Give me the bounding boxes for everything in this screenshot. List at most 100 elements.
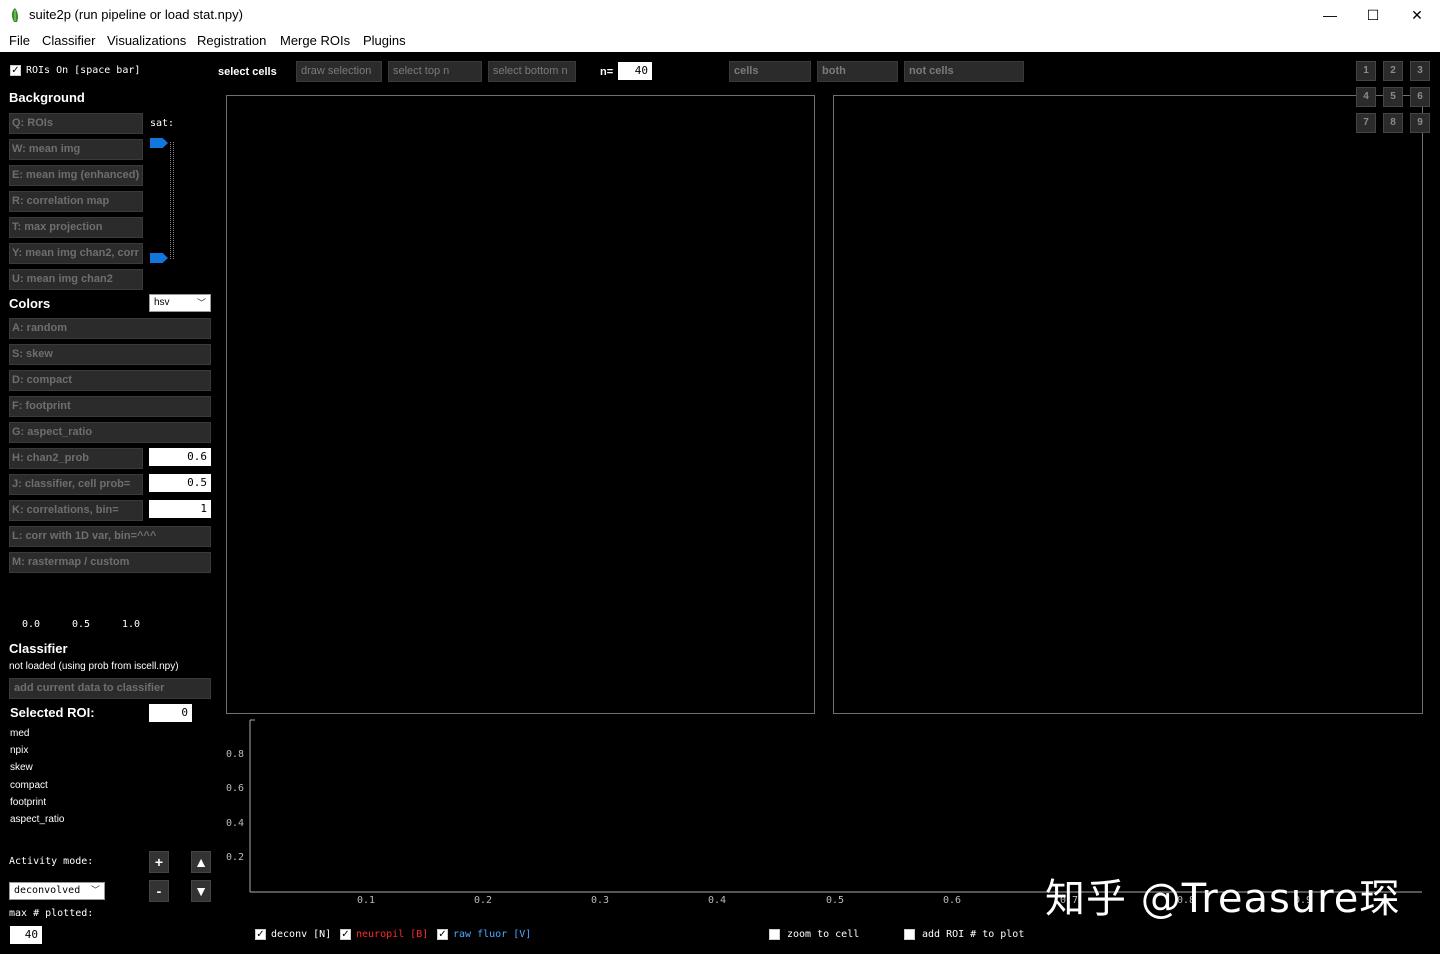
bg-correlation-map-button[interactable]: R: correlation map xyxy=(9,191,143,212)
view-button-8[interactable]: 8 xyxy=(1383,113,1403,133)
roi-stat-med: med xyxy=(10,728,30,739)
x-tick-0.3: 0.3 xyxy=(591,895,610,906)
saturation-slider-bottom-handle[interactable] xyxy=(150,253,168,263)
view-button-3[interactable]: 3 xyxy=(1410,61,1430,81)
watermark-text: 知乎 @Treasure琛 xyxy=(1045,876,1401,922)
colorbar-tick-2: 1.0 xyxy=(122,619,141,630)
rois-on-label: ROIs On [space bar] xyxy=(26,65,141,76)
menu-registration[interactable]: Registration xyxy=(197,33,266,48)
color-classifier-button[interactable]: J: classifier, cell prob= xyxy=(9,474,143,495)
menu-visualizations[interactable]: Visualizations xyxy=(107,33,186,48)
roi-stat-npix: npix xyxy=(10,745,29,756)
bg-mean-img-chan2-button[interactable]: U: mean img chan2 xyxy=(9,269,143,290)
color-footprint-button[interactable]: F: footprint xyxy=(9,396,211,417)
color-compact-button[interactable]: D: compact xyxy=(9,370,211,391)
roi-stat-compact: compact xyxy=(10,780,48,791)
color-correlations-button[interactable]: K: correlations, bin= xyxy=(9,500,143,521)
view-button-1[interactable]: 1 xyxy=(1356,61,1376,81)
select-bottom-n-button[interactable]: select bottom n xyxy=(488,61,576,82)
title-bar: suite2p (run pipeline or load stat.npy) … xyxy=(0,0,1440,30)
x-tick-0.1: 0.1 xyxy=(357,895,376,906)
select-cells-label: select cells xyxy=(218,66,277,78)
x-tick-0.2: 0.2 xyxy=(474,895,493,906)
bg-mean-img-button[interactable]: W: mean img xyxy=(9,139,143,160)
view-button-6[interactable]: 6 xyxy=(1410,87,1430,107)
menu-plugins[interactable]: Plugins xyxy=(363,33,406,48)
max-plotted-label: max # plotted: xyxy=(9,908,94,919)
view-button-5[interactable]: 5 xyxy=(1383,87,1403,107)
select-top-n-button[interactable]: select top n xyxy=(388,61,482,82)
colorbar-tick-1: 0.5 xyxy=(72,619,91,630)
deconv-label: deconv [N] xyxy=(271,929,332,940)
max-plotted-input[interactable]: 40 xyxy=(10,926,42,944)
x-tick-0.5: 0.5 xyxy=(826,895,845,906)
bg-rois-button[interactable]: Q: ROIs xyxy=(9,113,143,134)
minus-button[interactable]: - xyxy=(149,880,169,902)
y-tick-0.4: 0.4 xyxy=(226,818,245,829)
x-tick-0.6: 0.6 xyxy=(943,895,962,906)
close-button[interactable]: ✕ xyxy=(1394,0,1440,30)
colormap-select[interactable]: hsv ﹀ xyxy=(149,294,211,312)
deconv-checkbox[interactable]: ✓ xyxy=(255,929,266,940)
color-chan2-prob-button[interactable]: H: chan2_prob xyxy=(9,448,143,469)
add-roi-number-label: add ROI # to plot xyxy=(922,929,1025,940)
color-aspect-ratio-button[interactable]: G: aspect_ratio xyxy=(9,422,211,443)
y-tick-0.2: 0.2 xyxy=(226,852,245,863)
minimize-button[interactable]: — xyxy=(1307,0,1353,30)
roi-stat-skew: skew xyxy=(10,762,33,773)
activity-mode-label: Activity mode: xyxy=(9,856,94,867)
chan2-prob-input[interactable]: 0.6 xyxy=(149,448,211,466)
both-button[interactable]: both xyxy=(817,61,898,82)
neuropil-checkbox[interactable]: ✓ xyxy=(340,929,351,940)
add-to-classifier-button[interactable]: add current data to classifier xyxy=(9,678,211,699)
correlation-bin-input[interactable]: 1 xyxy=(149,500,211,518)
cells-image-panel[interactable] xyxy=(226,95,815,714)
rois-on-checkbox[interactable]: ✓ xyxy=(10,65,21,76)
n-input[interactable]: 40 xyxy=(618,62,652,80)
view-button-2[interactable]: 2 xyxy=(1383,61,1403,81)
cell-prob-input[interactable]: 0.5 xyxy=(149,474,211,492)
colormap-value: hsv xyxy=(154,297,170,308)
window-title: suite2p (run pipeline or load stat.npy) xyxy=(29,7,243,22)
saturation-slider-track[interactable] xyxy=(170,142,174,259)
cells-button[interactable]: cells xyxy=(729,61,811,82)
view-button-9[interactable]: 9 xyxy=(1410,113,1430,133)
y-tick-0.6: 0.6 xyxy=(226,783,245,794)
activity-mode-select[interactable]: deconvolved ﹀ xyxy=(9,882,105,900)
color-corr-1d-var-button[interactable]: L: corr with 1D var, bin=^^^ xyxy=(9,526,211,547)
color-rastermap-button[interactable]: M: rastermap / custom xyxy=(9,552,211,573)
color-skew-button[interactable]: S: skew xyxy=(9,344,211,365)
selected-roi-heading: Selected ROI: xyxy=(10,705,95,720)
add-roi-number-checkbox[interactable] xyxy=(904,929,915,940)
activity-mode-value: deconvolved xyxy=(14,885,81,896)
classifier-status: not loaded (using prob from iscell.npy) xyxy=(9,661,179,672)
zoom-to-cell-label: zoom to cell xyxy=(787,929,860,940)
color-random-button[interactable]: A: random xyxy=(9,318,211,339)
saturation-slider-top-handle[interactable] xyxy=(150,138,168,148)
neuropil-label: neuropil [B] xyxy=(356,929,429,940)
not-cells-button[interactable]: not cells xyxy=(904,61,1024,82)
selected-roi-input[interactable]: 0 xyxy=(149,704,192,722)
maximize-button[interactable]: ☐ xyxy=(1350,0,1396,30)
zoom-to-cell-checkbox[interactable] xyxy=(769,929,780,940)
up-arrow-button[interactable]: ▲ xyxy=(191,851,211,873)
menu-classifier[interactable]: Classifier xyxy=(42,33,95,48)
bg-mean-img-enhanced-button[interactable]: E: mean img (enhanced) xyxy=(9,165,143,186)
chevron-down-icon: ﹀ xyxy=(90,886,100,896)
view-button-4[interactable]: 4 xyxy=(1356,87,1376,107)
y-tick-0.8: 0.8 xyxy=(226,749,245,760)
menu-merge-rois[interactable]: Merge ROIs xyxy=(280,33,350,48)
draw-selection-button[interactable]: draw selection xyxy=(296,61,382,82)
bg-max-projection-button[interactable]: T: max projection xyxy=(9,217,143,238)
view-button-7[interactable]: 7 xyxy=(1356,113,1376,133)
bg-mean-img-chan2-corr-button[interactable]: Y: mean img chan2, corr xyxy=(9,243,143,264)
sat-label: sat: xyxy=(150,118,175,129)
down-arrow-button[interactable]: ▼ xyxy=(191,880,211,902)
roi-stat-aspect-ratio: aspect_ratio xyxy=(10,814,65,825)
not-cells-image-panel[interactable] xyxy=(833,95,1423,714)
classifier-heading: Classifier xyxy=(9,641,68,656)
raw-fluor-checkbox[interactable]: ✓ xyxy=(437,929,448,940)
menu-file[interactable]: File xyxy=(9,33,30,48)
plus-button[interactable]: + xyxy=(149,851,169,873)
colorbar-tick-0: 0.0 xyxy=(22,619,41,630)
